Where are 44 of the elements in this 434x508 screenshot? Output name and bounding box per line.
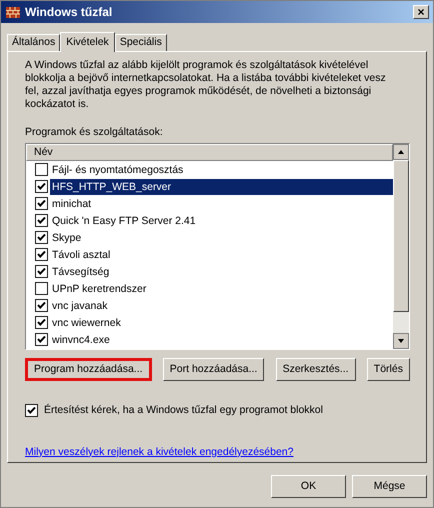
list-item[interactable]: winvnc4.exe xyxy=(50,332,393,348)
column-header[interactable]: Név xyxy=(26,144,393,161)
tab[interactable]: Általános xyxy=(7,34,60,51)
checkbox[interactable] xyxy=(35,316,48,329)
list-item[interactable]: minichat xyxy=(50,196,393,212)
scroll-down-button[interactable] xyxy=(393,333,409,349)
list-item[interactable]: UPnP keretrendszer xyxy=(50,280,393,296)
list-label: Programok és szolgáltatások: xyxy=(25,126,164,139)
list-item[interactable]: HFS_HTTP_WEB_server xyxy=(50,178,393,194)
checkbox[interactable] xyxy=(35,163,48,176)
help-link[interactable]: Milyen veszélyek rejlenek a kivételek engedélyezésében? xyxy=(25,444,294,460)
checkbox[interactable] xyxy=(35,299,48,312)
checkbox[interactable] xyxy=(35,282,48,295)
scroll-up-button[interactable] xyxy=(393,144,409,160)
list-item[interactable]: Fájl- és nyomtatómegosztás xyxy=(50,162,393,178)
action-button[interactable]: Program hozzáadása... xyxy=(25,358,152,381)
checkbox[interactable] xyxy=(35,333,48,346)
list-item[interactable]: Skype xyxy=(50,230,393,246)
tab[interactable]: Kivételek xyxy=(60,32,115,52)
checkbox[interactable] xyxy=(35,214,48,227)
description-text: A Windows tűzfal az alább kijelölt programok és szolgáltatások kivételével blokkolja a bejövő internetkapcsolatokat. Ha a listába további kivételeket vesz fel, azzal javíthatja egyes programok működését, de növelheti a biztonsági kockázatot is. xyxy=(25,59,387,111)
checkbox[interactable] xyxy=(35,248,48,261)
scroll-thumb[interactable] xyxy=(393,160,409,312)
checkbox[interactable] xyxy=(35,197,48,210)
tab[interactable]: Speciális xyxy=(114,34,167,51)
dialog-button[interactable]: Mégse xyxy=(352,475,427,498)
checkbox[interactable] xyxy=(35,231,48,244)
notify-label[interactable]: Értesítést kérek, ha a Windows tűzfal egy programot blokkol xyxy=(44,403,323,419)
dialog-button[interactable]: OK xyxy=(271,475,346,498)
checkbox[interactable] xyxy=(25,404,38,418)
list-item[interactable]: Távoli asztal xyxy=(50,246,393,262)
list-item[interactable]: Távsegítség xyxy=(50,264,393,280)
scrollbar[interactable] xyxy=(393,144,409,349)
window-title: Windows tűzfal xyxy=(25,4,114,21)
list-item[interactable]: vnc wiewernek xyxy=(50,314,393,330)
action-button[interactable]: Szerkesztés... xyxy=(276,358,356,381)
close-button[interactable]: × xyxy=(413,5,429,19)
checkbox[interactable] xyxy=(35,265,48,278)
list-item[interactable]: vnc javanak xyxy=(50,298,393,314)
brick-wall-icon xyxy=(5,4,21,20)
list-item[interactable]: Quick 'n Easy FTP Server 2.41 xyxy=(50,212,393,228)
action-button[interactable]: Törlés xyxy=(366,358,410,381)
checkbox[interactable] xyxy=(35,180,48,193)
action-button[interactable]: Port hozzáadása... xyxy=(162,358,264,381)
